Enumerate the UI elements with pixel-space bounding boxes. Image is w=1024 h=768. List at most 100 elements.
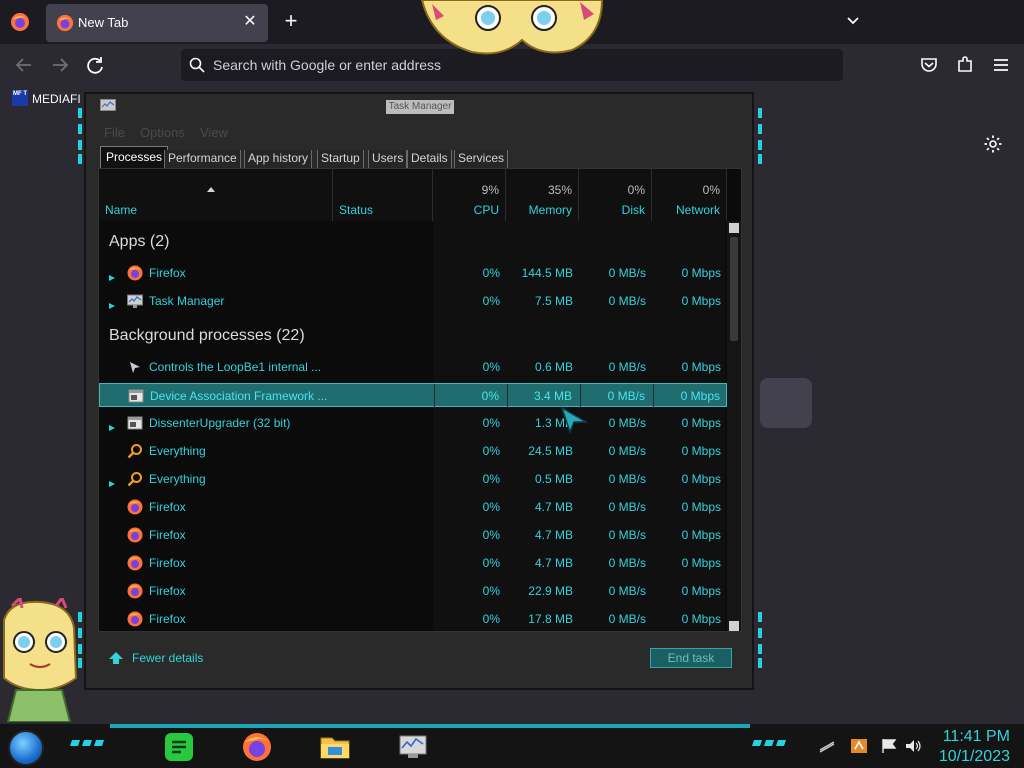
process-disk: 0 MB/s [608, 360, 646, 374]
table-row[interactable]: Firefox 0% 17.8 MB 0 MB/s 0 Mbps [99, 607, 727, 631]
clock-date[interactable]: 10/1/2023 [930, 748, 1010, 766]
tab-services[interactable]: Services [454, 150, 509, 168]
process-cpu: 0% [482, 528, 500, 542]
process-cpu: 0% [482, 612, 500, 626]
back-arrow-icon[interactable] [12, 54, 36, 76]
column-cpu[interactable]: 9% CPU [433, 169, 506, 221]
firefox-icon [56, 14, 74, 32]
hamburger-menu-icon[interactable] [990, 54, 1012, 76]
table-row[interactable]: Firefox 0% 144.5 MB 0 MB/s 0 Mbps [99, 261, 727, 285]
tab-users[interactable]: Users [368, 150, 408, 168]
process-cpu: 0% [482, 472, 500, 486]
process-memory: 0.6 MB [534, 360, 573, 374]
notes-app-icon[interactable] [162, 730, 196, 764]
tab-processes[interactable]: Processes [100, 146, 169, 168]
column-status[interactable]: Status [333, 169, 433, 221]
expand-arrow-icon[interactable] [108, 297, 116, 309]
app-tray-icon[interactable] [850, 738, 868, 754]
process-disk: 0 MB/s [608, 444, 646, 458]
scroll-thumb[interactable] [730, 237, 738, 341]
gear-icon[interactable] [983, 134, 1003, 154]
show-hidden-icons[interactable] [818, 738, 836, 754]
process-cpu: 0% [482, 294, 500, 308]
menu-options[interactable]: Options [140, 125, 185, 140]
process-disk: 0 MB/s [608, 472, 646, 486]
table-row[interactable]: Firefox 0% 4.7 MB 0 MB/s 0 Mbps [99, 551, 727, 575]
table-row[interactable]: DissenterUpgrader (32 bit) 0% 1.3 MB 0 MB/s… [99, 411, 727, 435]
firefox-menu-icon[interactable] [10, 12, 30, 32]
process-disk: 0 MB/s [608, 556, 646, 570]
process-cpu: 0% [482, 360, 500, 374]
taskbar-accent [110, 724, 750, 728]
expand-arrow-icon[interactable] [108, 475, 116, 487]
expand-arrow-icon[interactable] [108, 419, 116, 431]
everything-search-icon [127, 471, 143, 487]
table-row[interactable]: Everything 0% 0.5 MB 0 MB/s 0 Mbps [99, 467, 727, 491]
process-name: Firefox [149, 556, 186, 570]
table-row[interactable]: Firefox 0% 4.7 MB 0 MB/s 0 Mbps [99, 495, 727, 519]
process-name: Firefox [149, 612, 186, 626]
new-tab-card[interactable] [760, 378, 812, 428]
vertical-scrollbar[interactable] [727, 221, 741, 631]
process-network: 0 Mbps [681, 556, 721, 570]
tab-startup[interactable]: Startup [317, 150, 364, 168]
reload-icon[interactable] [84, 54, 108, 76]
table-row[interactable]: Device Association Framework ... 0% 3.4 MB… [99, 383, 727, 408]
fewer-details-button[interactable]: Fewer details [106, 648, 216, 668]
column-network[interactable]: 0% Network [652, 169, 727, 221]
extensions-icon[interactable] [954, 54, 976, 76]
table-row[interactable]: Firefox 0% 4.7 MB 0 MB/s 0 Mbps [99, 523, 727, 547]
table-row[interactable]: Firefox 0% 22.9 MB 0 MB/s 0 Mbps [99, 579, 727, 603]
menu-view[interactable]: View [200, 125, 228, 140]
process-network: 0 Mbps [681, 612, 721, 626]
column-disk[interactable]: 0% Disk [579, 169, 652, 221]
process-network: 0 Mbps [681, 472, 721, 486]
chevron-down-icon[interactable] [842, 10, 864, 32]
firefox-icon[interactable] [240, 730, 274, 764]
loopbe-icon [127, 359, 143, 375]
pocket-icon[interactable] [918, 54, 940, 76]
menu-file[interactable]: File [104, 125, 125, 140]
process-name: Firefox [149, 584, 186, 598]
table-row[interactable]: Task Manager 0% 7.5 MB 0 MB/s 0 Mbps [99, 289, 727, 313]
column-divider [580, 384, 581, 408]
tab-performance[interactable]: Performance [164, 150, 241, 168]
new-tab-button[interactable]: + [280, 10, 302, 32]
flag-icon[interactable] [880, 738, 898, 754]
process-disk: 0 MB/s [608, 528, 646, 542]
tab-details[interactable]: Details [407, 150, 452, 168]
hud-decoration-icon [758, 612, 762, 668]
taskbar [0, 724, 1024, 768]
process-disk: 0 MB/s [608, 500, 646, 514]
scroll-down-icon[interactable] [729, 621, 739, 631]
scroll-up-icon[interactable] [729, 223, 739, 233]
table-header: Name Status 9% CPU 35% Memory 0% Disk 0%… [99, 169, 727, 221]
expand-arrow-icon[interactable] [108, 269, 116, 281]
table-row[interactable]: Controls the LoopBe1 internal ... 0% 0.6 M… [99, 355, 727, 379]
start-orb-icon[interactable] [8, 730, 44, 766]
table-row[interactable]: Everything 0% 24.5 MB 0 MB/s 0 Mbps [99, 439, 727, 463]
volume-icon[interactable] [904, 738, 922, 754]
firefox-icon [127, 265, 143, 281]
process-memory: 4.7 MB [534, 556, 573, 570]
close-tab-icon[interactable]: ✕ [240, 12, 260, 32]
process-network: 0 Mbps [681, 416, 721, 430]
file-explorer-icon[interactable] [318, 730, 352, 764]
task-manager-icon[interactable] [396, 730, 430, 764]
bookmark-mediafire[interactable]: MEDIAFI [32, 92, 81, 106]
process-name: Controls the LoopBe1 internal ... [149, 360, 322, 374]
end-task-button[interactable]: End task [650, 648, 732, 668]
column-divider [507, 384, 508, 408]
hud-decoration-icon [758, 108, 762, 164]
tab-app-history[interactable]: App history [244, 150, 313, 168]
cpu-total: 9% [481, 183, 499, 197]
column-name[interactable]: Name [99, 169, 333, 221]
firefox-icon [127, 499, 143, 515]
process-network: 0 Mbps [681, 500, 721, 514]
clock-time[interactable]: 11:41 PM [938, 728, 1010, 746]
process-table: Name Status 9% CPU 35% Memory 0% Disk 0%… [98, 168, 742, 632]
column-memory[interactable]: 35% Memory [506, 169, 579, 221]
tab-new-tab[interactable]: New Tab ✕ [46, 4, 268, 42]
forward-arrow-icon[interactable] [48, 54, 72, 76]
process-network: 0 Mbps [681, 444, 721, 458]
